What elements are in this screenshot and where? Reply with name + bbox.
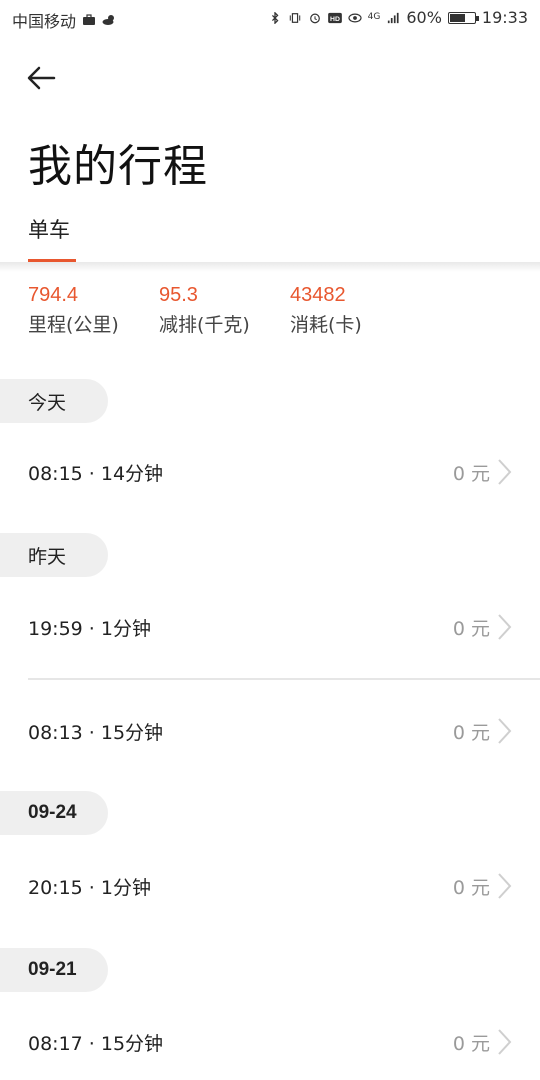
- stat-label: 消耗(卡): [290, 314, 362, 336]
- tab-bike[interactable]: 单车: [28, 214, 76, 263]
- trip-time: 08:17 · 15分钟: [28, 1032, 164, 1055]
- stats-summary: 794.4 里程(公里) 95.3 减排(千克) 43482 消耗(卡): [28, 284, 421, 337]
- header-divider: [0, 262, 540, 272]
- trip-row[interactable]: 19:59 · 1分钟 0 元: [0, 602, 540, 652]
- status-left: 中国移动: [12, 8, 116, 32]
- stat-label: 减排(千克): [159, 314, 250, 336]
- eye-icon: [348, 13, 362, 22]
- stat-value: 43482: [290, 284, 346, 306]
- hd-icon: HD: [327, 12, 342, 23]
- trip-row[interactable]: 20:15 · 1分钟 0 元: [0, 861, 540, 911]
- stat-value: 794.4: [28, 284, 79, 306]
- date-header: 昨天: [0, 533, 108, 577]
- chevron-right-icon: [498, 614, 512, 640]
- back-button[interactable]: [24, 60, 60, 96]
- trip-time: 08:13 · 15分钟: [28, 721, 164, 744]
- status-bar: 中国移动 HD 4G 60% 19:33: [0, 0, 540, 38]
- chevron-right-icon: [498, 873, 512, 899]
- trip-price: 0 元: [452, 1032, 490, 1055]
- trip-row[interactable]: 08:17 · 15分钟 0 元: [0, 1017, 540, 1067]
- svg-text:HD: HD: [330, 16, 340, 23]
- clock: 19:33: [481, 8, 528, 27]
- date-header: 今天: [0, 379, 108, 423]
- signal-icon: [388, 12, 399, 23]
- row-divider: [28, 678, 540, 680]
- chevron-right-icon: [498, 718, 512, 744]
- briefcase-icon: [83, 14, 96, 25]
- chevron-right-icon: [498, 1029, 512, 1055]
- bluetooth-icon: [271, 11, 279, 24]
- stat-label: 里程(公里): [28, 314, 119, 336]
- chevron-right-icon: [498, 459, 512, 485]
- status-right: HD 4G 60% 19:33: [268, 8, 528, 27]
- stat-emission: 95.3 减排(千克): [159, 284, 290, 337]
- trip-row[interactable]: 08:13 · 15分钟 0 元: [0, 706, 540, 756]
- trip-price: 0 元: [452, 876, 490, 899]
- weather-icon: [102, 15, 115, 25]
- trip-time: 08:15 · 14分钟: [28, 462, 164, 485]
- alarm-icon: [309, 13, 320, 23]
- trip-price: 0 元: [452, 721, 490, 744]
- trip-row[interactable]: 08:15 · 14分钟 0 元: [0, 447, 540, 497]
- trip-time: 20:15 · 1分钟: [28, 876, 151, 899]
- stat-distance: 794.4 里程(公里): [28, 284, 159, 337]
- vibrate-icon: [289, 12, 300, 23]
- battery-percent: 60%: [406, 8, 442, 27]
- date-header: 09-21: [0, 948, 108, 992]
- trip-price: 0 元: [452, 617, 490, 640]
- date-header: 09-24: [0, 791, 108, 835]
- page-title: 我的行程: [28, 141, 208, 192]
- stat-value: 95.3: [159, 284, 198, 306]
- carrier-label: 中国移动: [12, 12, 77, 31]
- trip-time: 19:59 · 1分钟: [28, 617, 151, 640]
- battery-icon: [447, 11, 479, 24]
- trip-price: 0 元: [452, 462, 490, 485]
- stat-calories: 43482 消耗(卡): [290, 284, 421, 337]
- network-label: 4G: [367, 12, 381, 22]
- tab-label: 单车: [28, 218, 70, 242]
- back-arrow-icon: [27, 66, 56, 90]
